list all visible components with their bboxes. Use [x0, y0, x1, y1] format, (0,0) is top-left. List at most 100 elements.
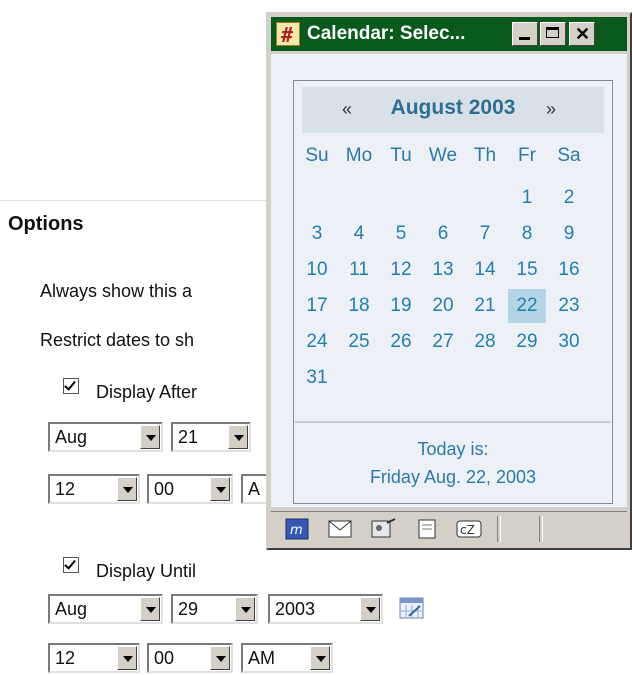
until-day-value: 29	[178, 599, 199, 619]
quick-launch-bar: m cZ	[271, 511, 627, 546]
day-cell[interactable]: 27	[424, 325, 462, 359]
until-ampm-value: AM	[248, 648, 275, 668]
day-cell[interactable]: 30	[550, 325, 588, 359]
display-until-checkbox[interactable]	[63, 557, 79, 573]
until-year-select[interactable]: 2003	[268, 594, 383, 624]
day-cell[interactable]: 5	[382, 217, 420, 251]
chatzilla-icon[interactable]: cZ	[455, 518, 483, 540]
svg-text:cZ: cZ	[460, 523, 475, 537]
title-bar[interactable]: Calendar: Selec... ✕	[271, 17, 627, 51]
previous-month-button[interactable]: «	[342, 99, 352, 120]
window-title: Calendar: Selec...	[307, 23, 466, 44]
weekday-header: Tu	[390, 145, 412, 166]
day-cell[interactable]: 8	[508, 217, 546, 251]
next-month-button[interactable]: »	[546, 99, 556, 120]
day-cell[interactable]: 10	[298, 253, 336, 287]
day-cell[interactable]: 21	[466, 289, 504, 323]
calendar: August 2003 « » Su Mo Tu We Th Fr Sa 1 2 3 4 5 6 7 8 9 1…	[293, 80, 613, 504]
after-month-value: Aug	[55, 427, 88, 447]
until-minute-value: 00	[154, 648, 175, 668]
composer-icon[interactable]	[416, 518, 438, 540]
after-hour-select[interactable]: 12	[48, 474, 140, 504]
close-icon: ✕	[575, 24, 591, 44]
day-cell[interactable]: 29	[508, 325, 546, 359]
day-cell[interactable]: 18	[340, 289, 378, 323]
app-icon	[276, 22, 300, 47]
maximize-button[interactable]	[540, 22, 566, 46]
today-label: Today is:	[417, 439, 489, 459]
day-cell[interactable]: 28	[466, 325, 504, 359]
day-cell[interactable]: 15	[508, 253, 546, 287]
until-hour-value: 12	[55, 648, 76, 668]
calendar-client-area: August 2003 « » Su Mo Tu We Th Fr Sa 1 2 3 4 5 6 7 8 9 1…	[271, 54, 627, 507]
day-cell[interactable]: 16	[550, 253, 588, 287]
calendar-picker-icon[interactable]	[399, 596, 425, 620]
day-cell[interactable]: 31	[298, 361, 336, 395]
day-cell[interactable]: 20	[424, 289, 462, 323]
divider	[295, 421, 611, 423]
chevron-down-icon	[210, 646, 230, 670]
day-cell[interactable]: 4	[340, 217, 378, 251]
after-hour-value: 12	[55, 479, 76, 499]
svg-text:m: m	[290, 523, 303, 538]
until-day-select[interactable]: 29	[171, 594, 258, 624]
day-cell[interactable]: 12	[382, 253, 420, 287]
day-cell[interactable]: 23	[550, 289, 588, 323]
divider	[539, 516, 543, 542]
chevron-down-icon	[140, 425, 160, 449]
after-day-select[interactable]: 21	[171, 422, 251, 452]
today-value[interactable]: Friday Aug. 22, 2003	[294, 467, 612, 488]
display-after-checkbox[interactable]	[63, 378, 79, 394]
divider	[497, 516, 501, 542]
maximize-icon	[546, 27, 559, 38]
close-button[interactable]: ✕	[569, 22, 595, 46]
chevron-down-icon	[228, 425, 248, 449]
selected-day-cell[interactable]: 22	[508, 289, 546, 323]
day-cell[interactable]: 9	[550, 217, 588, 251]
weekday-header: Fr	[518, 145, 536, 166]
day-cell[interactable]: 25	[340, 325, 378, 359]
restrict-dates-text: Restrict dates to sh	[40, 330, 195, 350]
day-cell[interactable]: 7	[466, 217, 504, 251]
day-cell[interactable]: 1	[508, 181, 546, 215]
day-cell[interactable]: 17	[298, 289, 336, 323]
day-cell[interactable]: 2	[550, 181, 588, 215]
weekday-header: Th	[473, 145, 497, 166]
day-cell[interactable]: 19	[382, 289, 420, 323]
address-book-icon[interactable]	[369, 518, 397, 540]
chevron-down-icon	[210, 477, 230, 501]
minimize-icon	[519, 37, 530, 40]
display-until-label: Display Until	[96, 561, 197, 581]
after-ampm-value: A	[248, 479, 261, 499]
day-cell[interactable]: 3	[298, 217, 336, 251]
chevron-down-icon	[117, 477, 137, 501]
after-day-value: 21	[178, 427, 199, 447]
options-title: Options	[8, 213, 84, 235]
until-ampm-select[interactable]: AM	[241, 643, 333, 673]
after-minute-select[interactable]: 00	[147, 474, 233, 504]
chevron-down-icon	[360, 597, 380, 621]
minimize-button[interactable]	[512, 22, 538, 46]
calendar-header: August 2003 « »	[302, 87, 604, 133]
always-show-text: Always show this a	[40, 281, 193, 301]
day-cell[interactable]: 24	[298, 325, 336, 359]
until-month-select[interactable]: Aug	[48, 594, 163, 624]
day-cell[interactable]: 13	[424, 253, 462, 287]
day-cell[interactable]: 11	[340, 253, 378, 287]
chevron-down-icon	[235, 597, 255, 621]
day-cell[interactable]: 26	[382, 325, 420, 359]
weekday-header: Mo	[345, 145, 373, 166]
mail-icon[interactable]	[327, 518, 353, 540]
day-cell[interactable]: 14	[466, 253, 504, 287]
day-cell[interactable]: 6	[424, 217, 462, 251]
chevron-down-icon	[117, 646, 137, 670]
app-launcher-icon[interactable]: m	[285, 518, 309, 540]
chevron-down-icon	[310, 646, 330, 670]
until-month-value: Aug	[55, 599, 88, 619]
chevron-down-icon	[140, 597, 160, 621]
weekday-header: We	[428, 145, 458, 166]
weekday-header: Su	[305, 145, 329, 166]
until-hour-select[interactable]: 12	[48, 643, 140, 673]
after-month-select[interactable]: Aug	[48, 422, 163, 452]
until-minute-select[interactable]: 00	[147, 643, 233, 673]
